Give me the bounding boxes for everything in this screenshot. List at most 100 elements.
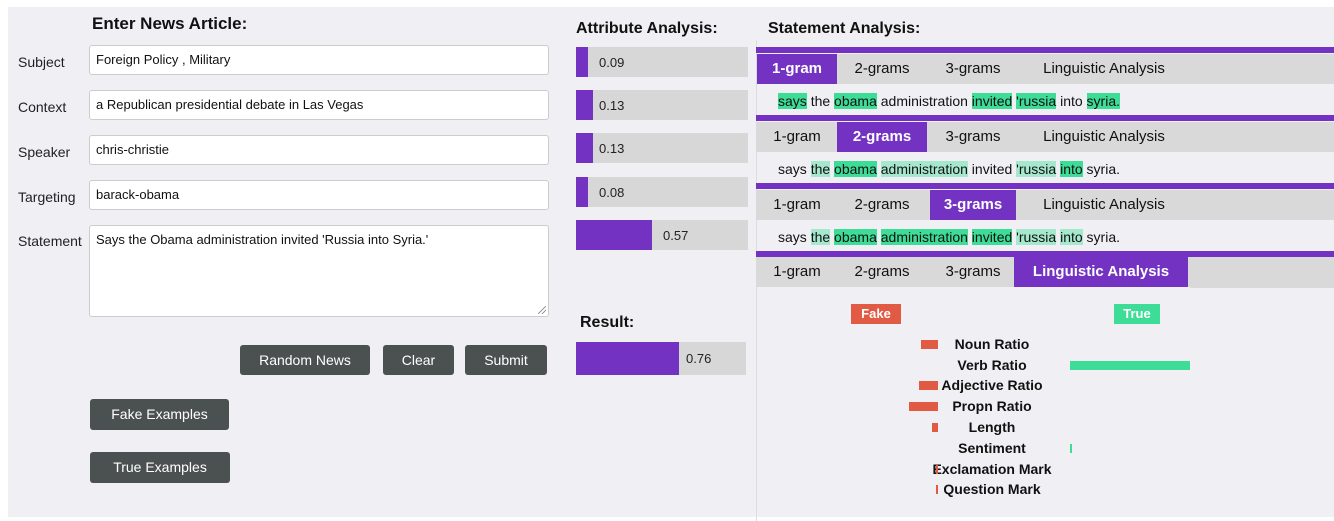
targeting-label: Targeting: [18, 189, 76, 205]
tab-linguistic-analysis[interactable]: Linguistic Analysis: [1014, 257, 1188, 287]
sentence-word: says: [778, 161, 807, 177]
sentence-word: the: [810, 161, 831, 177]
sentence-word: syria.: [1086, 229, 1120, 245]
tab-1-gram[interactable]: 1-gram: [757, 190, 837, 220]
sentence-word: invited: [971, 93, 1013, 109]
attribute-bar-fill: [576, 47, 588, 77]
tab-3-grams[interactable]: 3-grams: [930, 122, 1016, 152]
sentence-word: says: [778, 229, 807, 245]
attribute-bar: 0.08: [576, 177, 748, 207]
tab-1-gram[interactable]: 1-gram: [757, 122, 837, 152]
true-legend: True: [1114, 304, 1160, 324]
section-divider: [756, 183, 1334, 189]
statement-label: Statement: [18, 233, 82, 249]
attribute-value: 0.57: [663, 228, 689, 243]
feature-label: Noun Ratio: [954, 336, 1030, 352]
feature-label: Sentiment: [958, 440, 1026, 456]
fake-legend: Fake: [851, 304, 901, 324]
sentence-word: 'russia: [1016, 161, 1057, 177]
subject-label: Subject: [18, 54, 65, 70]
result-bar: 0.76: [576, 342, 746, 375]
tab-3-grams[interactable]: 3-grams: [930, 54, 1016, 84]
attribute-bar-fill: [576, 220, 652, 250]
sentence-word: into: [1060, 161, 1083, 177]
speaker-input[interactable]: chris-christie: [89, 135, 549, 165]
context-label: Context: [18, 99, 67, 115]
attribute-bar-fill: [576, 133, 593, 163]
attribute-value: 0.13: [599, 98, 625, 113]
tab-1-gram[interactable]: 1-gram: [757, 54, 837, 84]
fake-bar: [919, 381, 938, 390]
highlighted-sentence: says the obama administration invited 'r…: [778, 93, 1120, 109]
tab-2-grams[interactable]: 2-grams: [837, 122, 927, 152]
sentence-word: 'russia: [1016, 229, 1057, 245]
feature-label: Question Mark: [943, 481, 1041, 497]
speaker-label: Speaker: [18, 144, 71, 160]
sentence-word: syria.: [1086, 93, 1120, 109]
fake-bar: [909, 402, 938, 411]
true-bar: [1070, 444, 1072, 453]
attribute-bar: 0.57: [576, 220, 748, 250]
sentence-word: invited: [971, 161, 1013, 177]
sentence-word: the: [810, 93, 831, 109]
tab-linguistic-analysis[interactable]: Linguistic Analysis: [1018, 54, 1190, 84]
attribute-bar: 0.13: [576, 133, 748, 163]
fake-bar: [932, 423, 938, 432]
sentence-word: obama: [834, 161, 877, 177]
attribute-bar: 0.09: [576, 47, 748, 77]
tab-row: 1-gram 2-grams 3-grams Linguistic Analysis: [756, 122, 1334, 152]
sentence-word: administration: [880, 161, 968, 177]
attribute-value: 0.08: [599, 185, 625, 200]
fake-bar: [936, 465, 938, 474]
fake-bar: [936, 485, 938, 494]
context-input[interactable]: a Republican presidential debate in Las …: [89, 90, 549, 120]
sentence-word: obama: [834, 229, 877, 245]
feature-label: Propn Ratio: [952, 398, 1032, 414]
tab-row-filler: [1190, 257, 1334, 288]
attribute-heading: Attribute Analysis:: [576, 20, 718, 37]
feature-label: Verb Ratio: [957, 357, 1027, 373]
attribute-bar-fill: [576, 177, 588, 207]
random-news-button[interactable]: Random News: [240, 345, 370, 375]
sentence-word: says: [778, 93, 807, 109]
tab-row: 1-gram 2-grams 3-grams Linguistic Analysis: [756, 257, 1190, 287]
statement-heading: Statement Analysis:: [768, 20, 921, 37]
attribute-value: 0.09: [599, 55, 625, 70]
sentence-word: 'russia: [1016, 93, 1057, 109]
submit-button[interactable]: Submit: [465, 345, 547, 375]
tab-3-grams[interactable]: 3-grams: [930, 190, 1016, 220]
fake-bar: [921, 340, 938, 349]
section-divider: [756, 115, 1334, 121]
sentence-word: obama: [834, 93, 877, 109]
true-examples-button[interactable]: True Examples: [90, 452, 230, 483]
result-heading: Result:: [580, 314, 635, 331]
result-value: 0.76: [686, 351, 712, 366]
form-heading: Enter News Article:: [92, 14, 248, 33]
sentence-word: into: [1060, 93, 1083, 109]
resize-handle-icon[interactable]: [538, 306, 546, 314]
subject-input[interactable]: Foreign Policy , Military: [89, 45, 549, 75]
tab-row: 1-gram 2-grams 3-grams Linguistic Analysis: [756, 54, 1334, 84]
tab-linguistic-analysis[interactable]: Linguistic Analysis: [1018, 122, 1190, 152]
attribute-bar: 0.13: [576, 90, 748, 120]
sentence-word: the: [810, 229, 831, 245]
tab-1-gram[interactable]: 1-gram: [757, 257, 837, 287]
targeting-input[interactable]: barack-obama: [89, 180, 549, 210]
sentence-word: administration: [880, 93, 968, 109]
highlighted-sentence: says the obama administration invited 'r…: [778, 229, 1120, 245]
attribute-value: 0.13: [599, 141, 625, 156]
statement-textarea[interactable]: Says the Obama administration invited 'R…: [89, 225, 549, 317]
fake-examples-button[interactable]: Fake Examples: [90, 399, 229, 430]
highlighted-sentence: says the obama administration invited 'r…: [778, 161, 1120, 177]
section-divider: [756, 47, 1334, 53]
tab-2-grams[interactable]: 2-grams: [837, 257, 927, 287]
tab-3-grams[interactable]: 3-grams: [930, 257, 1016, 287]
clear-button[interactable]: Clear: [383, 345, 454, 375]
tab-row: 1-gram 2-grams 3-grams Linguistic Analysis: [756, 190, 1334, 220]
tab-linguistic-analysis[interactable]: Linguistic Analysis: [1018, 190, 1190, 220]
attribute-bar-fill: [576, 90, 593, 120]
tab-2-grams[interactable]: 2-grams: [837, 190, 927, 220]
sentence-word: invited: [971, 229, 1013, 245]
statement-text: Says the Obama administration invited 'R…: [96, 232, 429, 247]
tab-2-grams[interactable]: 2-grams: [837, 54, 927, 84]
